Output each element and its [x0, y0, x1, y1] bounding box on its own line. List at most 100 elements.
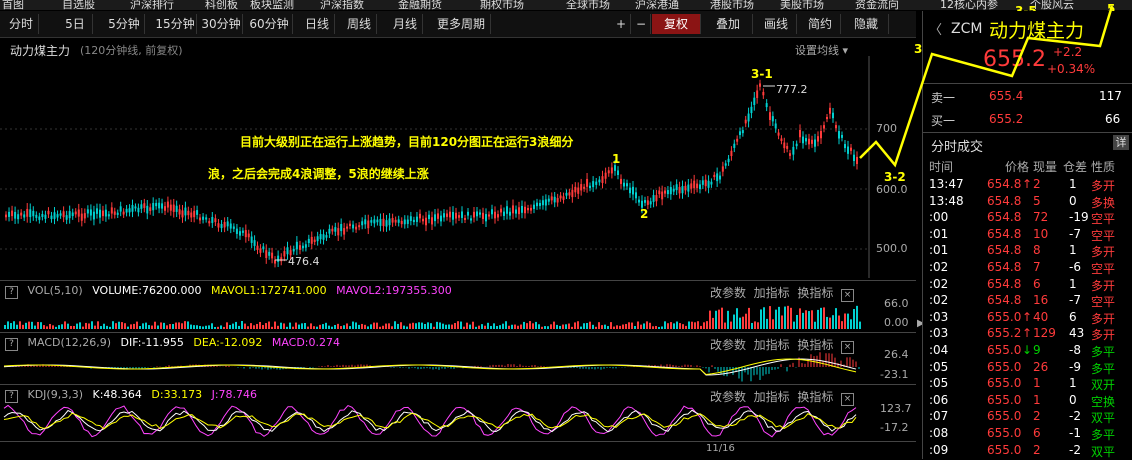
volume-bar [511, 324, 513, 329]
candle-body [268, 251, 271, 256]
period-tab[interactable]: 15分钟 [154, 14, 197, 34]
volume-bar [634, 326, 636, 329]
wave-label-2: 2 [640, 207, 649, 221]
top-menu-item[interactable]: 金融期货 [398, 0, 442, 10]
candle-body [214, 218, 217, 223]
vol-add-button[interactable]: 加指标 [754, 286, 790, 300]
candle-body [556, 198, 559, 203]
macd-add-button[interactable]: 加指标 [754, 338, 790, 352]
top-menu-item[interactable]: 美股市场 [780, 0, 824, 10]
top-menu-item[interactable]: 科创板 [205, 0, 238, 10]
vol-swap-button[interactable]: 换指标 [797, 286, 833, 300]
chevron-left-icon[interactable]: 〈 [929, 19, 942, 38]
candle-body [795, 143, 798, 147]
period-tab[interactable]: 60分钟 [246, 14, 293, 34]
volume-bar [646, 321, 648, 329]
top-menu-item[interactable]: 板块监测 [250, 0, 294, 10]
candle-body [829, 107, 831, 114]
top-menu-item[interactable]: 沪深指数 [320, 0, 364, 10]
top-menu-item[interactable]: 沪深港通 [635, 0, 679, 10]
candle-body [385, 220, 388, 227]
volume-bar [19, 321, 21, 329]
candle-body [172, 204, 175, 212]
vol-mavol2: MAVOL2:197355.300 [336, 284, 452, 297]
candle-body [370, 220, 373, 223]
candle-body [364, 219, 367, 225]
candle-body [626, 183, 628, 187]
top-menu-item[interactable]: 港股市场 [710, 0, 754, 10]
candle-body [736, 138, 739, 142]
volume-bar [655, 325, 657, 329]
wave-label-3-1: 3-1 [751, 67, 773, 81]
detail-button[interactable]: 详 [1113, 135, 1129, 150]
vol-header: ? VOL(5,10) VOLUME:76200.000 MAVOL1:1727… [5, 284, 458, 300]
period-tab[interactable]: 更多周期 [432, 14, 491, 34]
candle-body [361, 221, 364, 226]
help-icon[interactable]: ? [5, 286, 18, 299]
toolbar-button[interactable]: 简约 [800, 14, 841, 34]
volume-bar [577, 321, 579, 329]
candle-body [74, 211, 77, 215]
period-tab[interactable]: 30分钟 [200, 14, 243, 34]
kdj-params-button[interactable]: 改参数 [710, 390, 746, 404]
trade-oi: -1 [1069, 426, 1081, 440]
volume-bar [664, 321, 666, 329]
volume-bar [310, 323, 312, 329]
candle-body [104, 209, 107, 217]
candle-body [759, 83, 761, 87]
top-menu-item[interactable]: 自选股 [62, 0, 95, 10]
toolbar-button[interactable]: 叠加 [704, 14, 753, 34]
toolbar-button[interactable]: 隐藏 [844, 14, 889, 34]
help-icon[interactable]: ? [5, 338, 18, 351]
candle-body [5, 214, 7, 218]
macd-swap-button[interactable]: 换指标 [797, 338, 833, 352]
candle-body [307, 238, 310, 243]
candle-body [721, 166, 724, 172]
help-icon[interactable]: ? [5, 390, 18, 403]
macd-params-button[interactable]: 改参数 [710, 338, 746, 352]
volume-bar [502, 323, 504, 329]
candle-body [422, 218, 424, 222]
top-menu-item[interactable]: 资金流向 [855, 0, 899, 10]
kdj-divider [0, 384, 916, 385]
trade-row: :02 654.8 6 1 多开 [923, 277, 1132, 293]
volume-bar [679, 323, 681, 329]
trade-oi: 43 [1069, 326, 1085, 341]
candle-body [464, 217, 466, 220]
period-tab[interactable]: 5日 [58, 14, 93, 34]
period-tab[interactable]: 分时 [4, 14, 39, 34]
period-tab[interactable]: 日线 [300, 14, 335, 34]
kdj-add-button[interactable]: 加指标 [754, 390, 790, 404]
vol-params-button[interactable]: 改参数 [710, 286, 746, 300]
macd-tick-top: 26.4 [884, 348, 909, 361]
trade-arrow: ↑ [1022, 177, 1033, 191]
toolbar-button[interactable]: − [632, 14, 651, 34]
volume-bar [607, 326, 609, 329]
top-menu-item[interactable]: 沪深排行 [130, 0, 174, 10]
volume-bar [478, 325, 480, 329]
toolbar-button[interactable]: 复权 [652, 14, 701, 34]
top-menu-item[interactable]: 全球市场 [566, 0, 610, 10]
volume-bar [262, 325, 264, 329]
trade-time: :04 [929, 343, 949, 357]
volume-bar [91, 321, 93, 329]
volume-bar [637, 321, 639, 329]
candle-body [440, 215, 442, 222]
kdj-swap-button[interactable]: 换指标 [797, 390, 833, 404]
volume-bar [277, 325, 279, 329]
period-toolbar: 分时 5日 5分钟 15分钟 30分钟 60分钟 日线 周线 月线 更多周期 + − 复权 叠加 画线 简约隐… [0, 11, 916, 38]
period-tab[interactable]: 周线 [342, 14, 377, 34]
period-tab[interactable]: 月线 [388, 14, 423, 34]
top-menu-item[interactable]: 期权市场 [480, 0, 524, 10]
trade-oi: -7 [1069, 226, 1081, 241]
top-menu-item[interactable]: 12核心内参 [940, 0, 998, 10]
toolbar-button[interactable]: 画线 [756, 14, 797, 34]
top-menu-item[interactable]: 首图 [2, 0, 24, 10]
volume-bar [430, 323, 432, 329]
volume-bar [313, 326, 315, 329]
toolbar-button[interactable]: + [612, 14, 631, 34]
period-tab[interactable]: 5分钟 [104, 14, 145, 34]
volume-bar [760, 309, 762, 329]
candle-body [26, 208, 29, 217]
candle-body [89, 209, 92, 216]
